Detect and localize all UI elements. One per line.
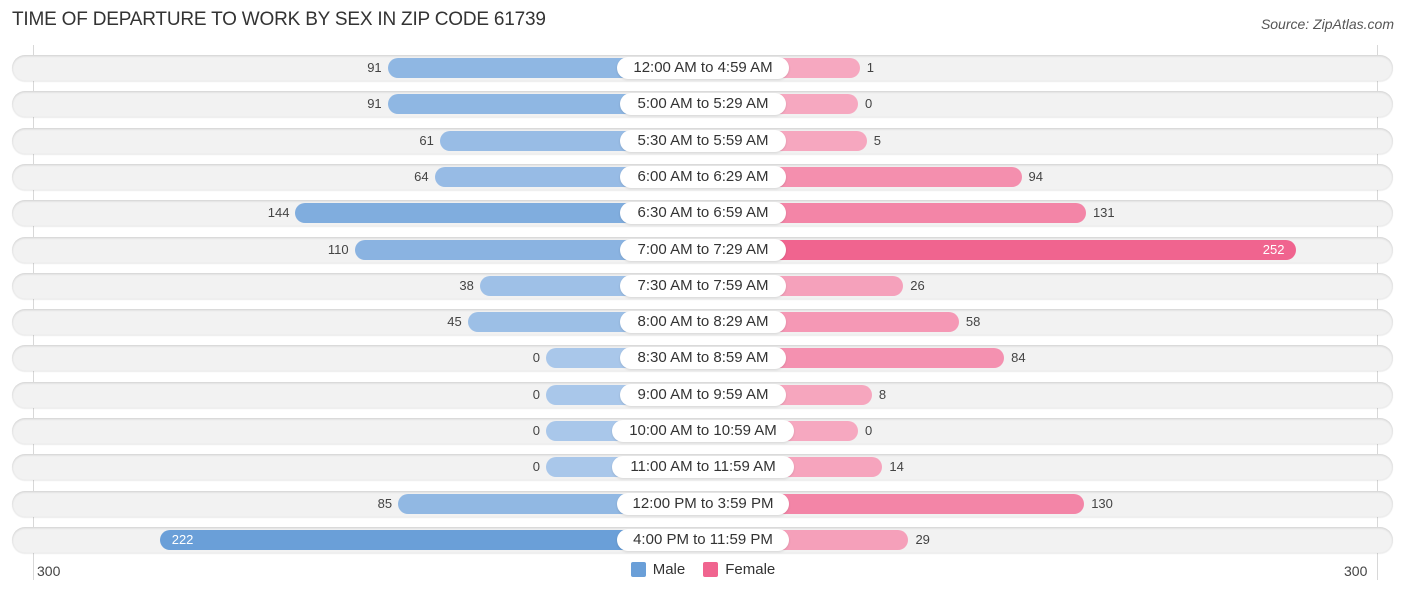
female-value-label: 1: [866, 60, 874, 75]
male-value-label: 61: [419, 133, 434, 148]
male-value-label: 64: [414, 169, 429, 184]
female-value-label: 84: [1011, 350, 1026, 365]
female-value-label: 29: [915, 532, 930, 547]
category-label: 8:00 AM to 8:29 AM: [620, 311, 786, 333]
female-value-label: 252: [1262, 242, 1285, 257]
female-value-label: 130: [1091, 496, 1113, 511]
category-label: 6:00 AM to 6:29 AM: [620, 166, 786, 188]
female-value-label: 5: [873, 133, 881, 148]
category-label: 12:00 PM to 3:59 PM: [617, 493, 789, 515]
female-value-label: 26: [910, 278, 925, 293]
diverging-bar-chart: 91 1 12:00 AM to 4:59 AM 91 0 5:00 AM to 5:29…: [0, 0, 1406, 594]
legend-label-female: Female: [725, 561, 776, 578]
category-label: 12:00 AM to 4:59 AM: [617, 57, 789, 79]
category-label: 6:30 AM to 6:59 AM: [620, 202, 786, 224]
male-value-label: 85: [377, 496, 393, 511]
male-value-label: 110: [327, 242, 349, 257]
female-value-label: 131: [1092, 205, 1115, 220]
category-label: 7:30 AM to 7:59 AM: [620, 275, 786, 297]
legend-label-male: Male: [652, 561, 686, 578]
legend-swatch-male: [630, 562, 646, 577]
category-label: 5:00 AM to 5:29 AM: [620, 93, 786, 115]
legend: Male Female: [0, 561, 1406, 578]
category-label: 4:00 PM to 11:59 PM: [617, 529, 789, 551]
female-value-label: 94: [1028, 169, 1044, 184]
male-value-label: 38: [459, 278, 474, 293]
category-label: 9:00 AM to 9:59 AM: [620, 384, 786, 406]
male-value-label: 144: [267, 205, 290, 220]
male-value-label: 91: [367, 96, 382, 111]
female-value-label: 0: [865, 96, 873, 111]
male-value-label: 222: [171, 532, 194, 547]
category-label: 7:00 AM to 7:29 AM: [620, 239, 786, 261]
legend-item-male[interactable]: Male: [630, 561, 686, 578]
male-value-label: 0: [532, 459, 540, 474]
legend-item-female[interactable]: Female: [703, 561, 775, 578]
female-value-label: 0: [865, 423, 873, 438]
legend-swatch-female: [703, 562, 719, 577]
female-value-label: 8: [878, 387, 887, 402]
category-label: 11:00 AM to 11:59 AM: [612, 456, 794, 478]
male-value-label: 0: [532, 350, 540, 365]
male-value-label: 0: [532, 423, 540, 438]
category-label: 10:00 AM to 10:59 AM: [612, 420, 794, 442]
female-bar[interactable]: [703, 240, 1297, 260]
male-value-label: 0: [532, 387, 540, 402]
category-label: 5:30 AM to 5:59 AM: [620, 130, 786, 152]
female-value-label: 14: [889, 459, 904, 474]
female-value-label: 58: [965, 314, 981, 329]
male-value-label: 45: [447, 314, 462, 329]
male-value-label: 91: [367, 60, 382, 75]
category-label: 8:30 AM to 8:59 AM: [620, 347, 786, 369]
